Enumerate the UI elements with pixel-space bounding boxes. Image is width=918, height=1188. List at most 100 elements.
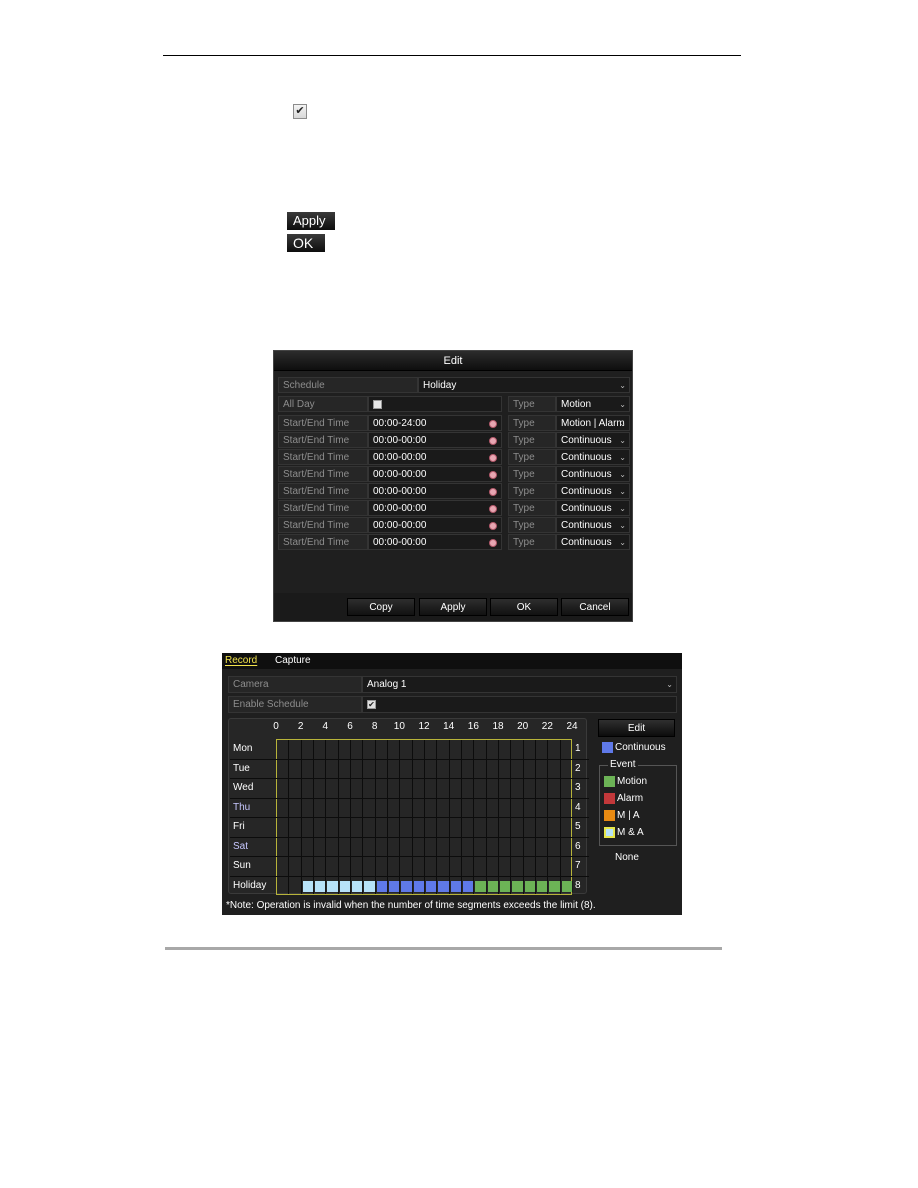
schedule-segment-cell[interactable]	[401, 880, 413, 892]
schedule-segment-cell[interactable]	[475, 880, 487, 892]
chevron-down-icon: ⌄	[619, 400, 626, 409]
time-range-value: 00:00-00:00	[373, 435, 427, 446]
hour-tick-label: 22	[541, 721, 553, 732]
chevron-down-icon: ⌄	[619, 487, 626, 496]
start-end-time-label: Start/End Time	[278, 466, 368, 482]
grid-row-line	[230, 856, 589, 857]
day-row-number: 6	[575, 840, 581, 852]
time-range-input[interactable]: 00:00-00:00	[368, 466, 502, 482]
type-select[interactable]: Continuous ⌄	[556, 517, 630, 533]
time-range-input[interactable]: 00:00-00:00	[368, 483, 502, 499]
type-label: Type	[508, 517, 556, 533]
hour-tick-label: 8	[371, 721, 378, 732]
type-label: Type	[508, 483, 556, 499]
schedule-segment-cell[interactable]	[352, 880, 364, 892]
chevron-down-icon: ⌄	[619, 419, 626, 428]
schedule-segment-cell[interactable]	[500, 880, 512, 892]
type-select[interactable]: Continuous ⌄	[556, 483, 630, 499]
hour-tick-label: 0	[273, 721, 279, 732]
schedule-segment-cell[interactable]	[327, 880, 339, 892]
time-range-input[interactable]: 00:00-00:00	[368, 500, 502, 516]
type-value: Motion | Alarm	[561, 418, 625, 429]
schedule-segment-cell[interactable]	[524, 880, 536, 892]
tab-record[interactable]: Record	[225, 653, 257, 669]
legend-event-item[interactable]: Alarm	[600, 790, 676, 807]
clock-icon[interactable]	[489, 488, 497, 496]
clock-icon[interactable]	[489, 539, 497, 547]
edit-button[interactable]: Edit	[598, 719, 675, 737]
schedule-segment-cell[interactable]	[364, 880, 376, 892]
type-value: Continuous	[561, 486, 612, 497]
dialog-title: Edit	[274, 351, 632, 371]
clock-icon[interactable]	[489, 471, 497, 479]
enable-schedule-row: Enable Schedule ✔	[228, 696, 677, 713]
schedule-grid[interactable]: 0 2 4 6 8 10 12 14 16 18 20 22 24 Mon 1 Tue 2 Wed 3 Thu 4 Fr…	[228, 718, 589, 895]
type-select[interactable]: Continuous ⌄	[556, 449, 630, 465]
time-range-input[interactable]: 00:00-00:00	[368, 534, 502, 550]
ok-button[interactable]: OK	[490, 598, 558, 616]
type-label: Type	[508, 449, 556, 465]
time-range-input[interactable]: 00:00-00:00	[368, 432, 502, 448]
schedule-segment-cell[interactable]	[302, 880, 314, 892]
schedule-selection-area[interactable]	[230, 739, 589, 895]
legend-event-item[interactable]: M | A	[600, 807, 676, 824]
clock-icon[interactable]	[489, 522, 497, 530]
all-day-type-select[interactable]: Motion ⌄	[556, 396, 630, 412]
schedule-segment-cell[interactable]	[537, 880, 549, 892]
time-row: Start/End Time 00:00-00:00 Type Continuous ⌄	[278, 483, 630, 499]
type-select[interactable]: Continuous ⌄	[556, 432, 630, 448]
type-select[interactable]: Continuous ⌄	[556, 534, 630, 550]
schedule-segment-cell[interactable]	[339, 880, 351, 892]
schedule-segment-cell[interactable]	[376, 880, 388, 892]
clock-icon[interactable]	[489, 437, 497, 445]
schedule-segment-cell[interactable]	[487, 880, 499, 892]
day-label: Fri	[233, 821, 245, 832]
schedule-segment-cell[interactable]	[549, 880, 561, 892]
type-select[interactable]: Continuous ⌄	[556, 500, 630, 516]
legend-continuous[interactable]: Continuous	[598, 739, 678, 756]
legend-none[interactable]: None	[598, 849, 678, 866]
schedule-segment-cell[interactable]	[315, 880, 327, 892]
tab-capture[interactable]: Capture	[275, 653, 311, 669]
copy-button[interactable]: Copy	[347, 598, 415, 616]
time-range-input[interactable]: 00:00-00:00	[368, 517, 502, 533]
time-range-value: 00:00-00:00	[373, 469, 427, 480]
clock-icon[interactable]	[489, 420, 497, 428]
schedule-segment-cell[interactable]	[389, 880, 401, 892]
schedule-segment-cell[interactable]	[561, 880, 573, 892]
apply-button[interactable]: Apply	[419, 598, 487, 616]
time-row: Start/End Time 00:00-00:00 Type Continuous ⌄	[278, 517, 630, 533]
type-select[interactable]: Continuous ⌄	[556, 466, 630, 482]
day-label: Holiday	[233, 879, 267, 891]
time-range-value: 00:00-00:00	[373, 520, 427, 531]
time-range-input[interactable]: 00:00-24:00	[368, 415, 502, 431]
enable-schedule-checkbox[interactable]: ✔	[367, 700, 376, 709]
clock-icon[interactable]	[489, 454, 497, 462]
all-day-row: All Day Type Motion ⌄	[278, 396, 630, 412]
grid-row-line	[230, 836, 589, 838]
hour-tick-label: 20	[517, 721, 529, 732]
cancel-button[interactable]: Cancel	[561, 598, 629, 616]
dialog-footer: Copy Apply OK Cancel	[274, 593, 632, 621]
tab-bar: Record Capture	[222, 653, 682, 669]
grid-row-line	[230, 797, 589, 799]
time-range-input[interactable]: 00:00-00:00	[368, 449, 502, 465]
legend-event-item[interactable]: M & A	[600, 824, 676, 841]
time-range-value: 00:00-00:00	[373, 503, 427, 514]
schedule-segment-cell[interactable]	[438, 880, 450, 892]
camera-select[interactable]: Analog 1 ⌄	[362, 676, 677, 693]
schedule-segment-cell[interactable]	[512, 880, 524, 892]
hour-tick-label: 4	[322, 721, 329, 732]
clock-icon[interactable]	[489, 505, 497, 513]
footer-rule	[165, 947, 722, 950]
schedule-select[interactable]: Holiday ⌄	[418, 377, 630, 393]
schedule-segment-cell[interactable]	[450, 880, 462, 892]
schedule-segment-cell[interactable]	[413, 880, 425, 892]
all-day-checkbox[interactable]	[373, 400, 382, 409]
schedule-segment-cell[interactable]	[426, 880, 438, 892]
schedule-segment-cell[interactable]	[463, 880, 475, 892]
type-label: Type	[508, 432, 556, 448]
type-select[interactable]: Motion | Alarm ⌄	[556, 415, 630, 431]
chevron-down-icon: ⌄	[619, 453, 626, 462]
legend-event-item[interactable]: Motion	[600, 773, 676, 790]
